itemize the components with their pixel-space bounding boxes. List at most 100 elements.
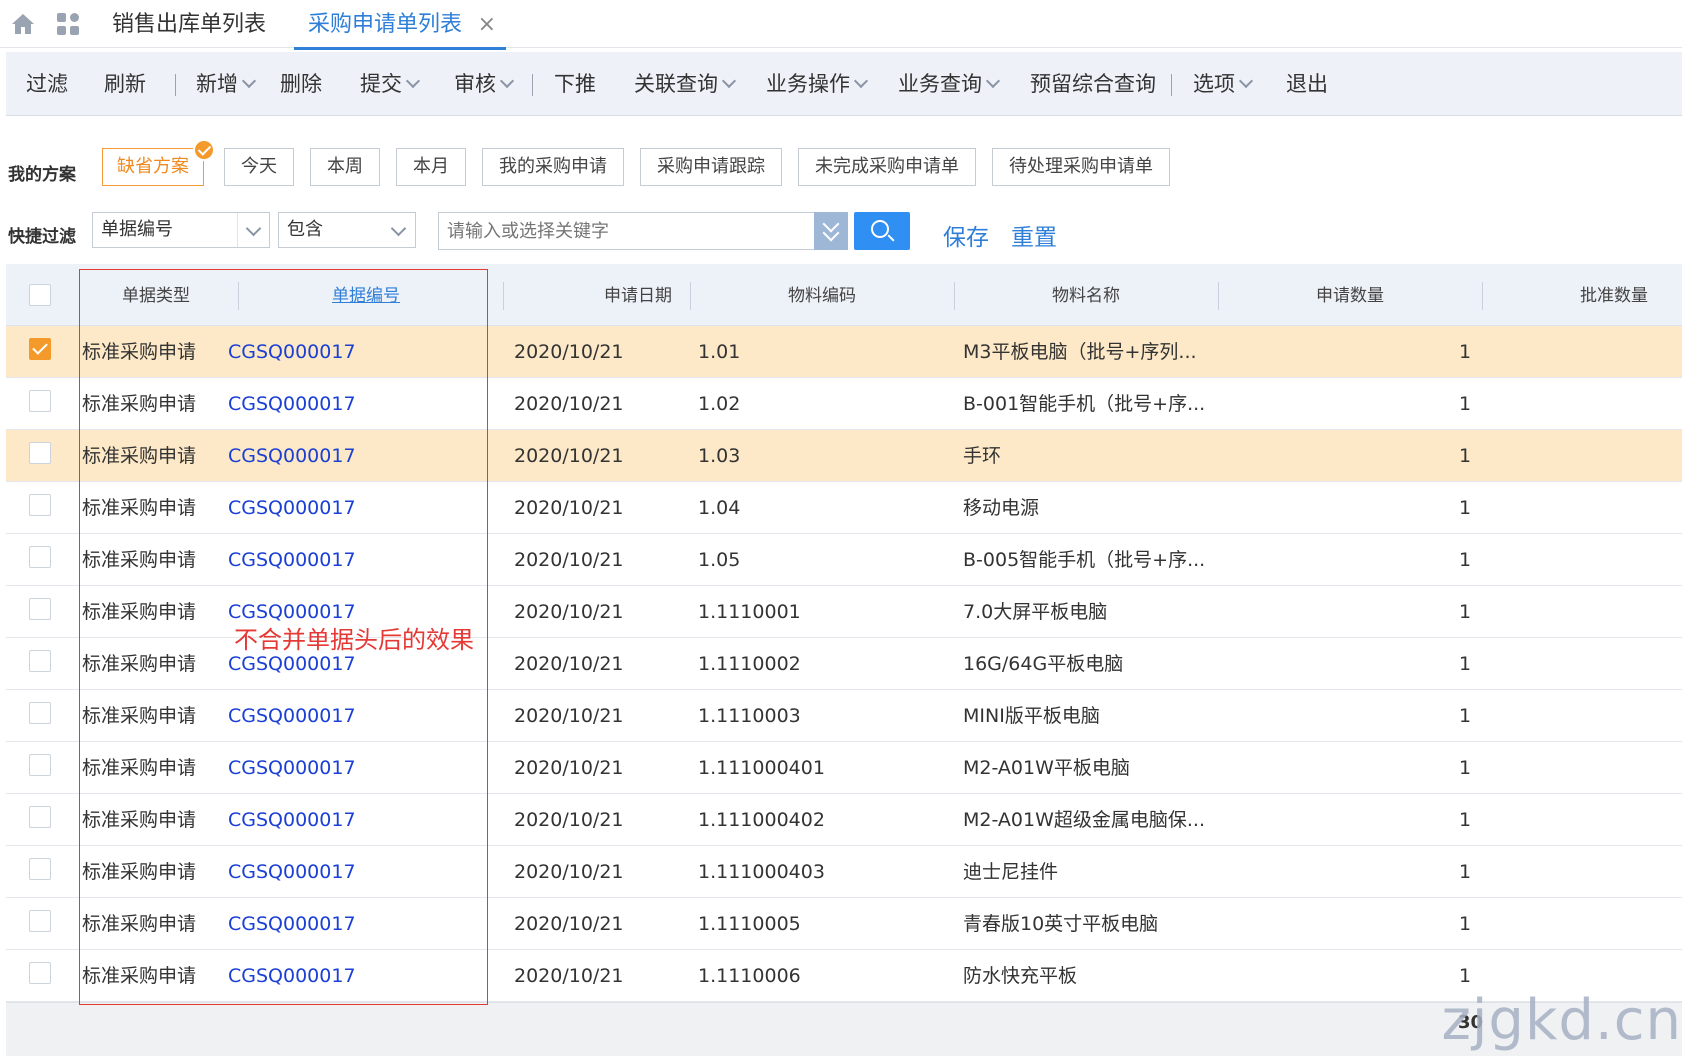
cell-material-name: 迪士尼挂件 [963,861,1059,883]
related-query-button-label: 关联查询 [634,72,718,96]
reset-link[interactable]: 重置 [1011,218,1057,252]
audit-button[interactable]: 审核 [454,52,515,116]
delete-button[interactable]: 删除 [280,52,322,116]
watermark: zjgkd.cn [1441,988,1682,1053]
cell-date: 2020/10/21 [514,393,624,415]
column-header-code[interactable]: 物料编码 [690,264,954,326]
reserve-query-button[interactable]: 预留综合查询 [1030,52,1156,116]
double-chevron-down-icon[interactable] [814,212,848,250]
select-all-checkbox[interactable] [29,284,51,306]
cell-material-name: M2-A01W超级金属电脑保... [963,809,1205,831]
options-button[interactable]: 选项 [1193,52,1254,116]
push-down-button[interactable]: 下推 [554,52,596,116]
plan-unfinished-button[interactable]: 未完成采购申请单 [798,148,976,186]
cell-request-qty: 1 [1459,393,1472,415]
tab-purchase-request[interactable]: 采购申请单列表 × [293,8,507,50]
cell-request-qty: 1 [1459,861,1472,883]
chevron-down-icon [853,73,869,89]
cell-material-name: B-001智能手机（批号+序... [963,393,1206,415]
search-button[interactable] [854,212,910,250]
cell-date: 2020/10/21 [514,861,624,883]
filter-field-select[interactable]: 单据编号 [92,212,270,248]
business-query-button[interactable]: 业务查询 [898,52,1001,116]
refresh-button-label: 刷新 [104,72,146,96]
row-checkbox[interactable] [29,494,51,516]
filter-operator-select[interactable]: 包含 [278,212,416,248]
plan-today-label: 今天 [241,156,277,177]
cell-material-name: 手环 [963,445,1002,467]
business-ops-button-label: 业务操作 [766,72,850,96]
row-checkbox[interactable] [29,702,51,724]
plan-today-button[interactable]: 今天 [224,148,294,186]
add-button-label: 新增 [196,72,238,96]
cell-request-qty: 1 [1459,757,1472,779]
cell-date: 2020/10/21 [514,705,624,727]
cell-request-qty: 1 [1459,549,1472,571]
row-checkbox[interactable] [29,962,51,984]
row-checkbox[interactable] [29,754,51,776]
plan-week-label: 本周 [327,156,363,177]
add-button[interactable]: 新增 [196,52,257,116]
reserve-query-button-label: 预留综合查询 [1030,72,1156,96]
filter-operator-value: 包含 [287,219,323,240]
column-header-approved-qty[interactable]: 批准数量 [1482,264,1682,326]
cell-date: 2020/10/21 [514,601,624,623]
cell-material-code: 1.1110005 [698,913,801,935]
plan-month-button[interactable]: 本月 [396,148,466,186]
tab-purchase-request-label: 采购申请单列表 [308,12,463,37]
tab-sales-outbound[interactable]: 销售出库单列表 [112,8,266,44]
submit-button-label: 提交 [360,72,402,96]
cell-material-code: 1.1110001 [698,601,801,623]
exit-button[interactable]: 退出 [1286,52,1328,116]
business-query-button-label: 业务查询 [898,72,982,96]
cell-material-code: 1.04 [698,497,741,519]
submit-button[interactable]: 提交 [360,52,421,116]
chevron-down-icon[interactable] [383,213,415,247]
keyword-input[interactable] [438,212,816,250]
column-header-name[interactable]: 物料名称 [954,264,1218,326]
refresh-button[interactable]: 刷新 [104,52,146,116]
plan-default-button[interactable]: 缺省方案 [102,139,215,186]
column-header-qty[interactable]: 申请数量 [1218,264,1482,326]
cell-date: 2020/10/21 [514,445,624,467]
cell-request-qty: 1 [1459,341,1472,363]
filter-button[interactable]: 过滤 [26,52,68,116]
options-button-label: 选项 [1193,72,1235,96]
row-checkbox[interactable] [29,442,51,464]
plan-tracking-button[interactable]: 采购申请跟踪 [640,148,782,186]
chevron-down-icon [721,73,737,89]
cell-material-name: MINI版平板电脑 [963,705,1100,727]
chevron-down-icon [499,73,515,89]
related-query-button[interactable]: 关联查询 [634,52,737,116]
row-checkbox[interactable] [29,338,51,360]
home-icon[interactable] [10,12,36,36]
plan-week-button[interactable]: 本周 [310,148,380,186]
cell-date: 2020/10/21 [514,809,624,831]
cell-material-code: 1.01 [698,341,741,363]
cell-material-code: 1.1110006 [698,965,801,987]
business-ops-button[interactable]: 业务操作 [766,52,869,116]
cell-request-qty: 1 [1459,445,1472,467]
chevron-down-icon [241,73,257,89]
row-checkbox[interactable] [29,806,51,828]
row-checkbox[interactable] [29,598,51,620]
row-checkbox[interactable] [29,650,51,672]
plan-pending-button[interactable]: 待处理采购申请单 [992,148,1170,186]
chevron-down-icon[interactable] [237,213,269,247]
apps-icon[interactable] [56,12,80,36]
plan-my-requests-button[interactable]: 我的采购申请 [482,148,624,186]
plan-unfinished-label: 未完成采购申请单 [815,156,959,177]
row-checkbox[interactable] [29,546,51,568]
cell-date: 2020/10/21 [514,497,624,519]
cell-material-code: 1.03 [698,445,741,467]
exit-button-label: 退出 [1286,72,1328,96]
row-checkbox[interactable] [29,858,51,880]
row-checkbox[interactable] [29,910,51,932]
save-link[interactable]: 保存 [943,218,989,252]
cell-material-name: B-005智能手机（批号+序... [963,549,1206,571]
close-icon[interactable]: × [478,8,496,42]
annotation-text: 不合并单据头后的效果 [234,626,474,654]
tab-bar: 销售出库单列表 采购申请单列表 × [0,0,1682,50]
row-checkbox[interactable] [29,390,51,412]
cell-material-name: 移动电源 [963,497,1040,519]
